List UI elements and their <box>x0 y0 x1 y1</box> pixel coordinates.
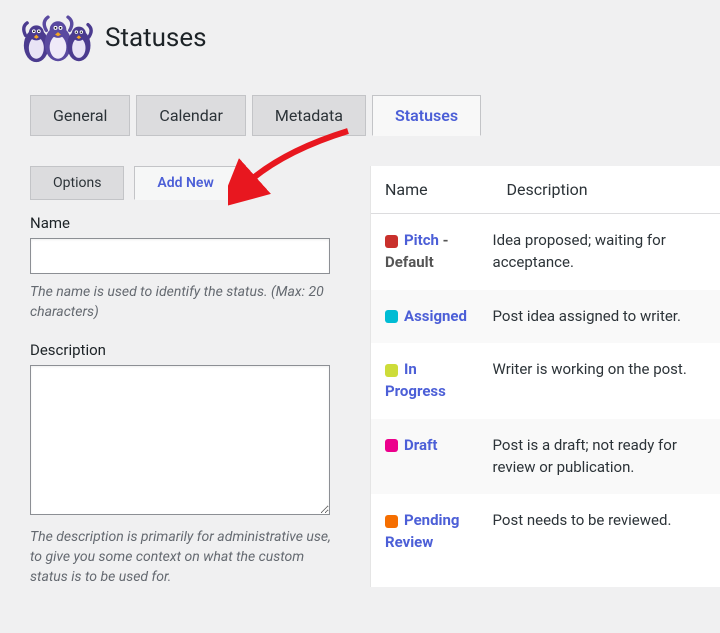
description-help-text: The description is primarily for adminis… <box>30 527 335 588</box>
name-input[interactable] <box>30 238 330 274</box>
tab-statuses[interactable]: Statuses <box>372 95 481 136</box>
tab-general[interactable]: General <box>30 95 130 136</box>
status-name-link[interactable]: Draft <box>404 436 437 454</box>
status-description-cell: Post needs to be reviewed. <box>493 494 720 570</box>
status-description-cell: Writer is working on the post. <box>493 343 720 419</box>
status-name-cell: In Progress <box>371 343 493 419</box>
table-row: In ProgressWriter is working on the post… <box>371 343 720 419</box>
page-header: Statuses <box>18 10 720 65</box>
statuses-table: Name Description Pitch - DefaultIdea pro… <box>371 166 720 570</box>
description-field-label: Description <box>30 341 340 359</box>
plugin-logo-icon <box>18 10 93 65</box>
add-new-form-panel: Options Add New Name The name is used to… <box>30 166 340 587</box>
subtab-add-new[interactable]: Add New <box>134 166 236 200</box>
sub-tabs: Options Add New <box>30 166 340 200</box>
main-tabs: General Calendar Metadata Statuses <box>30 95 720 136</box>
status-color-icon <box>385 364 398 377</box>
status-name-cell: Assigned <box>371 290 493 344</box>
status-name-cell: Pitch - Default <box>371 214 493 290</box>
table-header-description: Description <box>493 166 720 214</box>
table-header-name: Name <box>371 166 493 214</box>
status-name-link[interactable]: Pitch <box>404 231 439 249</box>
table-row: Pending ReviewPost needs to be reviewed. <box>371 494 720 570</box>
status-description-cell: Post idea assigned to writer. <box>493 290 720 344</box>
table-row: Assigned Post idea assigned to writer. <box>371 290 720 344</box>
table-row: Pitch - DefaultIdea proposed; waiting fo… <box>371 214 720 290</box>
status-name-link[interactable]: Assigned <box>404 307 467 325</box>
tab-metadata[interactable]: Metadata <box>252 95 366 136</box>
status-name-cell: Draft <box>371 419 493 495</box>
status-color-icon <box>385 310 398 323</box>
status-description-cell: Post is a draft; not ready for review or… <box>493 419 720 495</box>
statuses-table-panel: Name Description Pitch - DefaultIdea pro… <box>370 166 720 587</box>
status-color-icon <box>385 235 398 248</box>
name-help-text: The name is used to identify the status.… <box>30 282 335 323</box>
status-name-cell: Pending Review <box>371 494 493 570</box>
status-color-icon <box>385 439 398 452</box>
subtab-options[interactable]: Options <box>30 166 124 200</box>
description-input[interactable] <box>30 365 330 515</box>
status-color-icon <box>385 515 398 528</box>
name-field-label: Name <box>30 214 340 232</box>
tab-calendar[interactable]: Calendar <box>136 95 245 136</box>
status-description-cell: Idea proposed; waiting for acceptance. <box>493 214 720 290</box>
page-title: Statuses <box>105 23 207 53</box>
table-row: Draft Post is a draft; not ready for revi… <box>371 419 720 495</box>
